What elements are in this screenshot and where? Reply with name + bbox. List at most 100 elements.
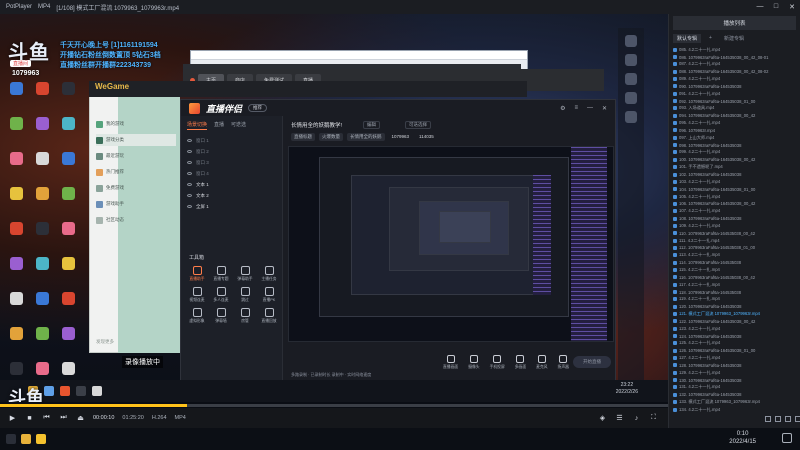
playlist-item[interactable]: 109. 4.2二十一扎.mp4 bbox=[669, 222, 800, 229]
playlist-item[interactable]: 108. 1079963raFaf6a-164535038 bbox=[669, 215, 800, 222]
playlist-item[interactable]: 089. 4.2二十一扎.mp4 bbox=[669, 75, 800, 82]
seek-bar[interactable] bbox=[0, 404, 668, 407]
layer-item[interactable]: 窗口 3 bbox=[181, 157, 282, 168]
desktop-shortcut-icon[interactable] bbox=[30, 117, 54, 147]
eye-icon[interactable] bbox=[187, 194, 192, 197]
playlist-item[interactable]: 122. 1079963raFaf6a-164535038_00_42 bbox=[669, 318, 800, 325]
tool-button[interactable]: 多人连麦 bbox=[209, 287, 233, 303]
playlist-item[interactable]: 125. 4.2二十一扎.mp4 bbox=[669, 340, 800, 347]
playlist-item[interactable]: 116. 1079963raFaf6a-164535038_00_42 bbox=[669, 274, 800, 281]
playlist-item[interactable]: 104. 1079963raFaf6a-164535038_01_00 bbox=[669, 186, 800, 193]
playlist-item[interactable]: 106. 1079963raFaf6a-164535038_00_42 bbox=[669, 200, 800, 207]
desktop-shortcut-icon[interactable] bbox=[4, 327, 28, 357]
playlist-item[interactable]: 099. 4.2二十一扎.mp4 bbox=[669, 149, 800, 156]
playlist-item[interactable]: 087. 4.2二十一扎.mp4 bbox=[669, 61, 800, 68]
playlist-item[interactable]: 132. 1079963raFaf6a-164535038 bbox=[669, 391, 800, 398]
notification-icon[interactable] bbox=[782, 433, 792, 443]
desktop-shortcut-icon[interactable] bbox=[4, 222, 28, 252]
desktop-shortcut-icon[interactable] bbox=[56, 257, 80, 287]
playlist-item[interactable]: 094. 1079963raFaf6a-164535038_00_42 bbox=[669, 112, 800, 119]
playlist-item[interactable]: 101. 手不遗憾呢了.mp4 bbox=[669, 164, 800, 171]
playlist-item[interactable]: 088. 1079963raFaf6a-164535038_00_42_08-0… bbox=[669, 68, 800, 75]
playlist-item[interactable]: 124. 1079963raFaf6a-164535038 bbox=[669, 332, 800, 339]
layer-item[interactable]: 文本 2 bbox=[181, 190, 282, 201]
tool-button[interactable]: 直播回放 bbox=[257, 308, 281, 324]
maximize-button[interactable]: □ bbox=[768, 3, 784, 11]
tool-button[interactable]: 直播助手 bbox=[185, 266, 209, 282]
open-icon[interactable]: ⏏ bbox=[76, 414, 85, 423]
layer-item[interactable]: 文本 1 bbox=[181, 179, 282, 190]
playlist-item[interactable]: 085. 4.2二十一扎.mp4 bbox=[669, 46, 800, 53]
playlist-item[interactable]: 128. 1079963raFaf6a-164535038 bbox=[669, 362, 800, 369]
playlist-menu-icon[interactable] bbox=[795, 416, 800, 422]
desktop-shortcut-icon[interactable] bbox=[4, 257, 28, 287]
wegame-menu-item[interactable]: 我的游戏 bbox=[96, 118, 176, 130]
desktop-shortcut-icon[interactable] bbox=[4, 152, 28, 182]
app-menu-icon[interactable]: ≡ bbox=[574, 105, 578, 112]
app-close-icon[interactable]: ✕ bbox=[602, 105, 607, 112]
wegame-menu-item[interactable]: 免费游戏 bbox=[96, 182, 176, 194]
playlist-item[interactable]: 111. 4.2二十一扎.mp4 bbox=[669, 237, 800, 244]
bottom-bar-button[interactable]: 摄像头 bbox=[468, 355, 480, 370]
desktop-shortcut-icon[interactable] bbox=[30, 327, 54, 357]
playlist-item[interactable]: 121. 模式工厂混流 1079963_1079963r.mp4 bbox=[669, 310, 800, 317]
stop-icon[interactable]: ■ bbox=[25, 414, 34, 423]
desktop-shortcut-icon[interactable] bbox=[30, 152, 54, 182]
stream-title[interactable]: 长情用全的妖鹅教学! bbox=[291, 121, 342, 129]
tab-live[interactable]: 直播 bbox=[214, 121, 224, 130]
tool-button[interactable]: 视频连麦 bbox=[185, 287, 209, 303]
desktop-shortcut-icon[interactable] bbox=[4, 292, 28, 322]
playlist-item[interactable]: 119. 4.2二十一扎.mp4 bbox=[669, 296, 800, 303]
wegame-menu-item[interactable]: 游戏助手 bbox=[96, 198, 176, 210]
app-minimize-icon[interactable]: — bbox=[587, 105, 593, 112]
playlist-item[interactable]: 114. 1079963raFaf6a-164535038 bbox=[669, 259, 800, 266]
eye-icon[interactable] bbox=[187, 161, 192, 164]
stream-area-button[interactable]: 可迭选择 bbox=[405, 121, 431, 129]
playlist-item[interactable]: 134. 4.2二十一扎.mp4 bbox=[669, 406, 800, 413]
desktop-shortcut-icon[interactable] bbox=[30, 82, 54, 112]
close-button[interactable]: ✕ bbox=[784, 3, 800, 11]
start-live-button[interactable]: 开始直播 bbox=[573, 356, 611, 368]
wegame-menu-item[interactable]: 游戏分类 bbox=[96, 134, 176, 146]
desktop-shortcut-icon[interactable] bbox=[4, 187, 28, 217]
playlist-remove-icon[interactable] bbox=[775, 416, 781, 422]
stream-edit-button[interactable]: 编辑 bbox=[363, 121, 380, 129]
playlist-item[interactable]: 090. 1079963raFaf6a-164535038 bbox=[669, 83, 800, 90]
bottom-bar-button[interactable]: 多画面 bbox=[515, 355, 526, 370]
tool-button[interactable]: 弹幕助手 bbox=[233, 266, 257, 282]
playlist-item[interactable]: 110. 1079963raFaf6a-164535038_00_42 bbox=[669, 230, 800, 237]
playlist-item[interactable]: 118. 1079963raFaf6a-164535038 bbox=[669, 288, 800, 295]
desktop-shortcut-icon[interactable] bbox=[56, 117, 80, 147]
playlist-item[interactable]: 130. 1079963raFaf6a-164535038 bbox=[669, 376, 800, 383]
tool-button[interactable]: 弹幕墙 bbox=[209, 308, 233, 324]
playlist-item[interactable]: 103. 4.2二十一扎.mp4 bbox=[669, 178, 800, 185]
eye-icon[interactable] bbox=[187, 183, 192, 186]
3d-icon[interactable]: ◈ bbox=[598, 414, 607, 423]
desktop-shortcut-icon[interactable] bbox=[56, 292, 80, 322]
bottom-bar-button[interactable]: 扬声器 bbox=[558, 355, 569, 370]
playlist-item[interactable]: 127. 4.2二十一扎.mp4 bbox=[669, 354, 800, 361]
layer-item[interactable]: 窗口 2 bbox=[181, 146, 282, 157]
playlist-item[interactable]: 093. 入场道具.mp4 bbox=[669, 105, 800, 112]
tool-button[interactable]: 主播任务 bbox=[257, 266, 281, 282]
playlist-item[interactable]: 126. 1079963raFaf6a-164535038_01_00 bbox=[669, 347, 800, 354]
desktop-shortcut-icon[interactable] bbox=[30, 187, 54, 217]
tab-optional[interactable]: 可迭选 bbox=[231, 121, 246, 130]
playlist-item[interactable]: 112. 1079963raFaf6a-164535038_01_00 bbox=[669, 244, 800, 251]
playlist-item[interactable]: 097. 上山大师.mp4 bbox=[669, 134, 800, 141]
playlist-item[interactable]: 107. 4.2二十一扎.mp4 bbox=[669, 208, 800, 215]
playlist-item[interactable]: 133. 模式工厂混流 1079963_1079963r.mp4 bbox=[669, 399, 800, 406]
playlist-item[interactable]: 115. 4.2二十一扎.mp4 bbox=[669, 266, 800, 273]
playlist-item[interactable]: 117. 4.2二十一扎.mp4 bbox=[669, 281, 800, 288]
playlist-tab-new[interactable]: 新建专辑 bbox=[720, 34, 748, 43]
playlist-tab-add[interactable]: + bbox=[705, 34, 716, 43]
desktop-shortcut-icon[interactable] bbox=[56, 327, 80, 357]
windows-start-icon[interactable] bbox=[6, 434, 16, 444]
bottom-bar-button[interactable]: 直播画面 bbox=[443, 355, 458, 370]
layer-item[interactable]: 窗口 4 bbox=[181, 168, 282, 179]
playlist-item[interactable]: 095. 4.2二十一扎.mp4 bbox=[669, 119, 800, 126]
tool-button[interactable]: 虚拟形象 bbox=[185, 308, 209, 324]
playlist-item[interactable]: 091. 4.2二十一扎.mp4 bbox=[669, 90, 800, 97]
tool-button[interactable]: 直播PK bbox=[257, 287, 281, 303]
layer-item[interactable]: 窗口 1 bbox=[181, 135, 282, 146]
